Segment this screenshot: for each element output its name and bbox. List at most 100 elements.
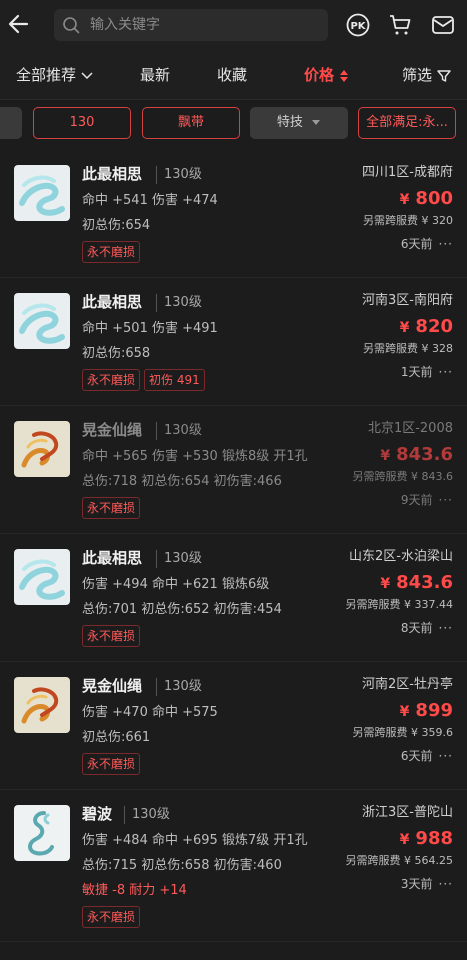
item-attribute-line: 敏捷 -8 耐力 +14 — [82, 883, 187, 898]
item-level: 130级 — [124, 806, 170, 824]
item-tag: 永不磨损 — [82, 241, 141, 263]
item-listed-time: 1天前 — [400, 365, 433, 379]
item-listed-time: 3天前 — [400, 877, 433, 891]
ribbon-cyan-icon — [14, 293, 70, 349]
currency-symbol: ¥ — [399, 704, 410, 720]
item-time: 3天前 ··· — [401, 876, 453, 892]
currency-symbol: ¥ — [399, 832, 410, 848]
item-level: 130级 — [156, 422, 202, 440]
currency-symbol: ¥ — [399, 320, 410, 336]
item-tag: 永不磨损 — [82, 369, 141, 391]
listing-row[interactable]: 碧波 130级 伤害 +484 命中 +695 锻炼7级 开1孔 总伤:715 初总伤… — [0, 790, 467, 942]
item-name: 碧波 — [82, 805, 113, 823]
item-tag: 永不磨损 — [82, 753, 141, 775]
filter-chip-skill-label: 特技 — [276, 115, 303, 130]
message-icon[interactable] — [431, 14, 455, 36]
item-stat-line: 伤害 +494 命中 +621 锻炼6级 — [82, 577, 270, 592]
currency-symbol: ¥ — [380, 576, 391, 592]
item-stat-line: 伤害 +470 命中 +575 — [82, 705, 218, 720]
item-level: 130级 — [156, 294, 202, 312]
item-tags: 永不磨损 — [82, 906, 144, 928]
item-price: ¥820 — [400, 316, 453, 339]
item-stat-line: 初总伤:654 — [82, 218, 151, 233]
triangle-down-icon — [312, 119, 321, 125]
item-stat-line: 初总伤:661 — [82, 730, 151, 745]
item-stat-line: 命中 +565 伤害 +530 锻炼8级 开1孔 — [82, 449, 308, 464]
item-price: ¥988 — [400, 828, 453, 851]
item-name: 此最相思 — [82, 165, 143, 183]
pk-compare-icon[interactable]: PK — [346, 13, 370, 37]
filter-button[interactable]: 筛选 — [402, 66, 451, 84]
item-listed-time: 6天前 — [400, 749, 433, 763]
item-stat-line: 命中 +541 伤害 +474 — [82, 193, 218, 208]
item-price: ¥800 — [400, 188, 453, 211]
item-tag: 初伤 491 — [144, 369, 205, 391]
listing-row[interactable]: 此最相思 130级 伤害 +494 命中 +621 锻炼6级 总伤:701 初总伤:6… — [0, 534, 467, 662]
item-time: 9天前 ··· — [401, 492, 453, 508]
item-listed-time: 8天前 — [400, 621, 433, 635]
search-input[interactable]: 输入关键字 — [90, 16, 160, 34]
item-tags: 永不磨损 — [82, 625, 144, 647]
funnel-icon — [437, 69, 451, 82]
ribbon-teal-icon — [14, 805, 70, 861]
item-level: 130级 — [156, 678, 202, 696]
back-arrow-icon[interactable] — [6, 11, 32, 37]
item-price: ¥899 — [400, 700, 453, 723]
item-time: 6天前 ··· — [401, 748, 453, 764]
item-server: 浙江3区-普陀山 — [362, 805, 453, 820]
filter-chip-bar: 130 飘带 特技 全部满足:永... — [0, 100, 467, 150]
item-name: 晃金仙绳 — [82, 677, 143, 695]
item-stat-line: 初总伤:658 — [82, 346, 151, 361]
item-price-value: 988 — [415, 828, 453, 849]
more-icon[interactable]: ··· — [439, 493, 453, 507]
filter-chip-condition[interactable]: 全部满足:永... — [358, 107, 456, 139]
item-time: 8天前 ··· — [401, 620, 453, 636]
top-bar: 输入关键字 PK — [0, 0, 467, 50]
sort-newest[interactable]: 最新 — [140, 66, 170, 84]
more-icon[interactable]: ··· — [439, 749, 453, 763]
search-box[interactable]: 输入关键字 — [54, 9, 328, 41]
item-tag: 永不磨损 — [82, 625, 141, 647]
listing-row[interactable]: 此最相思 130级命中 +501 伤害 +491 初总伤:658 永不磨损 初伤 491… — [0, 278, 467, 406]
ribbon-gold-icon — [14, 421, 70, 477]
filter-chip-type[interactable]: 飘带 — [142, 107, 240, 139]
more-icon[interactable]: ··· — [439, 365, 453, 379]
item-stat-line: 命中 +501 伤害 +491 — [82, 321, 218, 336]
item-server: 河南2区-牡丹亭 — [362, 677, 453, 692]
ribbon-gold-icon — [14, 677, 70, 733]
item-price-value: 843.6 — [396, 444, 453, 465]
sort-arrows-icon — [340, 69, 349, 82]
currency-symbol: ¥ — [399, 192, 410, 208]
sort-favorites[interactable]: 收藏 — [217, 66, 247, 84]
item-cross-server-fee: 另需跨服费 ¥ 359.6 — [352, 726, 453, 739]
filter-chip-partial[interactable] — [0, 107, 22, 139]
item-tag: 永不磨损 — [82, 906, 141, 928]
more-icon[interactable]: ··· — [439, 877, 453, 891]
item-name: 此最相思 — [82, 293, 143, 311]
item-cross-server-fee: 另需跨服费 ¥ 337.44 — [345, 598, 453, 611]
item-tags: 永不磨损 初伤 491 — [82, 369, 209, 391]
more-icon[interactable]: ··· — [439, 621, 453, 635]
filter-chip-skill[interactable]: 特技 — [250, 107, 348, 139]
item-tag: 永不磨损 — [82, 497, 141, 519]
item-cross-server-fee: 另需跨服费 ¥ 843.6 — [352, 470, 453, 483]
item-time: 6天前 ··· — [401, 236, 453, 252]
item-name: 此最相思 — [82, 549, 143, 567]
listing-row[interactable]: 晃金仙绳 130级 命中 +565 伤害 +530 锻炼8级 开1孔 总伤:718 初… — [0, 406, 467, 534]
listing-row[interactable]: 此最相思 130级 命中 +541 伤害 +474 初总伤:654 永不磨损 四川1区-成… — [0, 150, 467, 278]
chevron-down-icon — [81, 71, 93, 79]
currency-symbol: ¥ — [380, 448, 391, 464]
item-cross-server-fee: 另需跨服费 ¥ 328 — [363, 342, 453, 355]
listing-row[interactable]: 晃金仙绳 130级伤害 +470 命中 +575 初总伤:661 永不磨损 河南2区-牡… — [0, 662, 467, 790]
item-stat-line: 总伤:701 初总伤:652 初伤害:454 — [82, 602, 282, 617]
ribbon-cyan-icon — [14, 165, 70, 221]
sort-recommend[interactable]: 全部推荐 — [16, 66, 93, 84]
cart-icon[interactable] — [388, 13, 412, 37]
item-price: ¥843.6 — [380, 444, 453, 467]
sort-price-label: 价格 — [304, 66, 335, 84]
item-price-value: 899 — [415, 700, 453, 721]
filter-chip-level[interactable]: 130 — [33, 107, 131, 139]
more-icon[interactable]: ··· — [439, 237, 453, 251]
item-server: 河南3区-南阳府 — [362, 293, 453, 308]
sort-price[interactable]: 价格 — [304, 66, 349, 84]
